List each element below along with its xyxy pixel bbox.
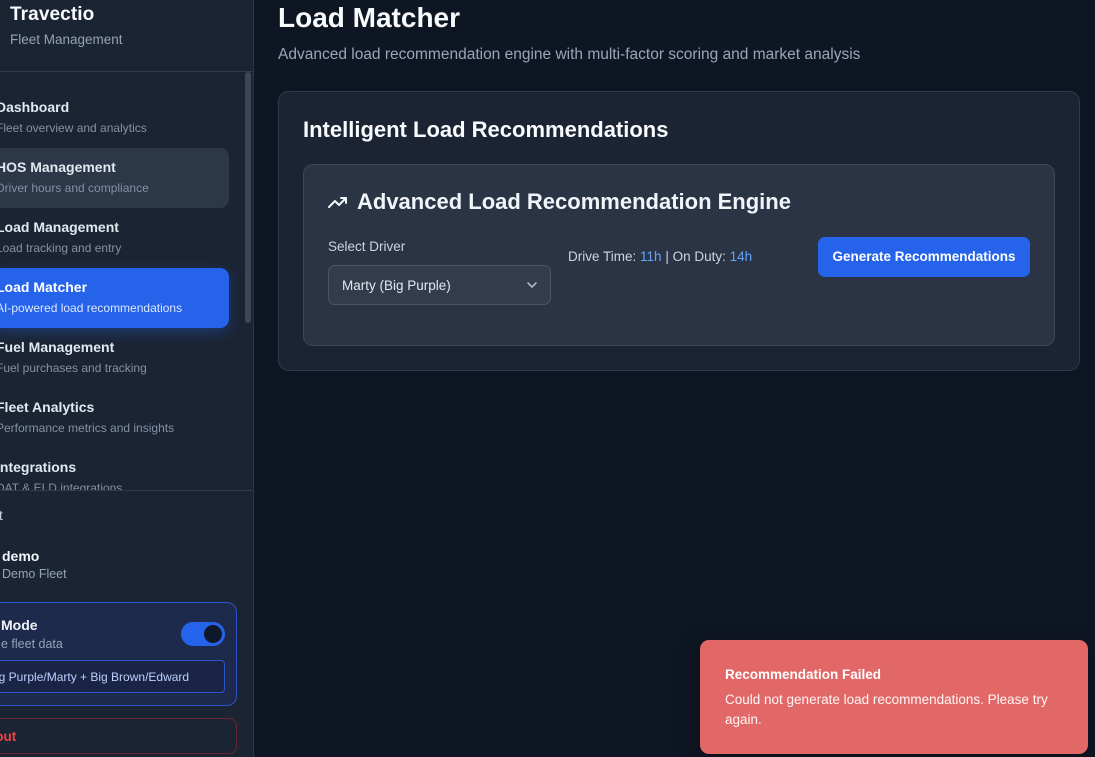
divider xyxy=(0,71,253,72)
page-title: Load Matcher xyxy=(278,2,461,33)
sidebar-item-hos-management[interactable]: HOS Management Driver hours and complian… xyxy=(0,148,229,208)
sidebar-item-description: Load tracking and entry xyxy=(0,241,122,255)
sidebar-item-label: Load Management xyxy=(0,219,119,235)
sidebar-item-description: AI-powered load recommendations xyxy=(0,301,183,315)
selected-driver: Marty (Big Purple) xyxy=(342,278,451,293)
sidebar-item-description: Performance metrics and insights xyxy=(0,421,175,435)
recommendations-card: Intelligent Load Recommendations Advance… xyxy=(278,91,1080,371)
toast-title: Recommendation Failed xyxy=(725,667,882,682)
sidebar-item-label: Dashboard xyxy=(0,99,70,115)
scrollbar-thumb[interactable] xyxy=(245,72,251,323)
card-title: Intelligent Load Recommendations xyxy=(303,117,669,142)
sidebar-item-label: HOS Management xyxy=(0,159,116,175)
drive-time-value: 11h xyxy=(640,249,662,264)
engine-title-text: Advanced Load Recommendation Engine xyxy=(357,189,791,214)
brand: Travectio Fleet Management xyxy=(10,4,123,47)
on-duty-value: 14h xyxy=(729,249,753,264)
sidebar-item-dashboard[interactable]: Dashboard Fleet overview and analytics xyxy=(0,88,229,148)
drive-time-label: Drive Time: xyxy=(568,249,637,264)
sidebar-item-description: Fuel purchases and tracking xyxy=(0,361,147,375)
sidebar-item-description: Fleet overview and analytics xyxy=(0,121,147,135)
error-toast[interactable]: Recommendation Failed Could not generate… xyxy=(700,640,1088,754)
page-subtitle: Advanced load recommendation engine with… xyxy=(278,46,861,63)
on-duty-label: On Duty: xyxy=(672,249,726,264)
sidebar-item-label: Integrations xyxy=(0,459,77,475)
chevron-down-icon xyxy=(527,282,537,288)
engine-title: Advanced Load Recommendation Engine xyxy=(328,189,791,215)
sidebar-section-label: t xyxy=(0,508,3,523)
engine-panel: Advanced Load Recommendation Engine Sele… xyxy=(303,164,1055,346)
sidebar-item-load-management[interactable]: Load Management Load tracking and entry xyxy=(0,208,229,268)
sidebar-item-load-matcher[interactable]: Load Matcher AI-powered load recommendat… xyxy=(0,268,229,328)
logout-button[interactable]: gout xyxy=(0,718,237,754)
user-name: demo xyxy=(2,548,40,564)
sidebar-item-description: DAT & ELD integrations xyxy=(0,481,123,490)
app-title: Travectio xyxy=(10,4,95,25)
sidebar-item-label: Fuel Management xyxy=(0,339,115,355)
demo-mode-panel: Mode e fleet data ig Purple/Marty + Big … xyxy=(0,602,237,706)
toast-message: Could not generate load recommendations.… xyxy=(725,692,1048,727)
demo-mode-toggle[interactable] xyxy=(181,622,225,646)
demo-fleet-pill: ig Purple/Marty + Big Brown/Edward xyxy=(0,660,225,693)
sidebar: Travectio Fleet Management Dashboard Fle… xyxy=(0,0,254,757)
sidebar-scrollbar[interactable] xyxy=(245,72,251,490)
demo-mode-subtitle: e fleet data xyxy=(1,637,63,651)
sidebar-nav: Dashboard Fleet overview and analytics H… xyxy=(0,88,244,490)
sidebar-item-label: Fleet Analytics xyxy=(0,399,95,415)
sidebar-item-fuel-management[interactable]: Fuel Management Fuel purchases and track… xyxy=(0,328,229,388)
sidebar-item-integrations[interactable]: Integrations DAT & ELD integrations xyxy=(0,448,229,490)
app-subtitle: Fleet Management xyxy=(10,32,123,47)
sidebar-item-description: Driver hours and compliance xyxy=(0,181,149,195)
sidebar-item-fleet-analytics[interactable]: Fleet Analytics Performance metrics and … xyxy=(0,388,229,448)
generate-recommendations-button[interactable]: Generate Recommendations xyxy=(818,237,1030,277)
trending-up-icon xyxy=(328,197,347,208)
toggle-knob xyxy=(204,625,222,643)
driver-select[interactable]: Marty (Big Purple) xyxy=(328,265,551,305)
driver-hours: Drive Time: 11h | On Duty: 14h xyxy=(568,249,752,264)
demo-mode-title: Mode xyxy=(1,617,38,633)
select-driver-label: Select Driver xyxy=(328,239,406,254)
user-fleet: Demo Fleet xyxy=(2,567,67,581)
app-root: Travectio Fleet Management Dashboard Fle… xyxy=(0,0,1095,757)
hours-separator: | xyxy=(665,249,669,264)
divider xyxy=(0,490,253,491)
sidebar-item-label: Load Matcher xyxy=(0,279,88,295)
